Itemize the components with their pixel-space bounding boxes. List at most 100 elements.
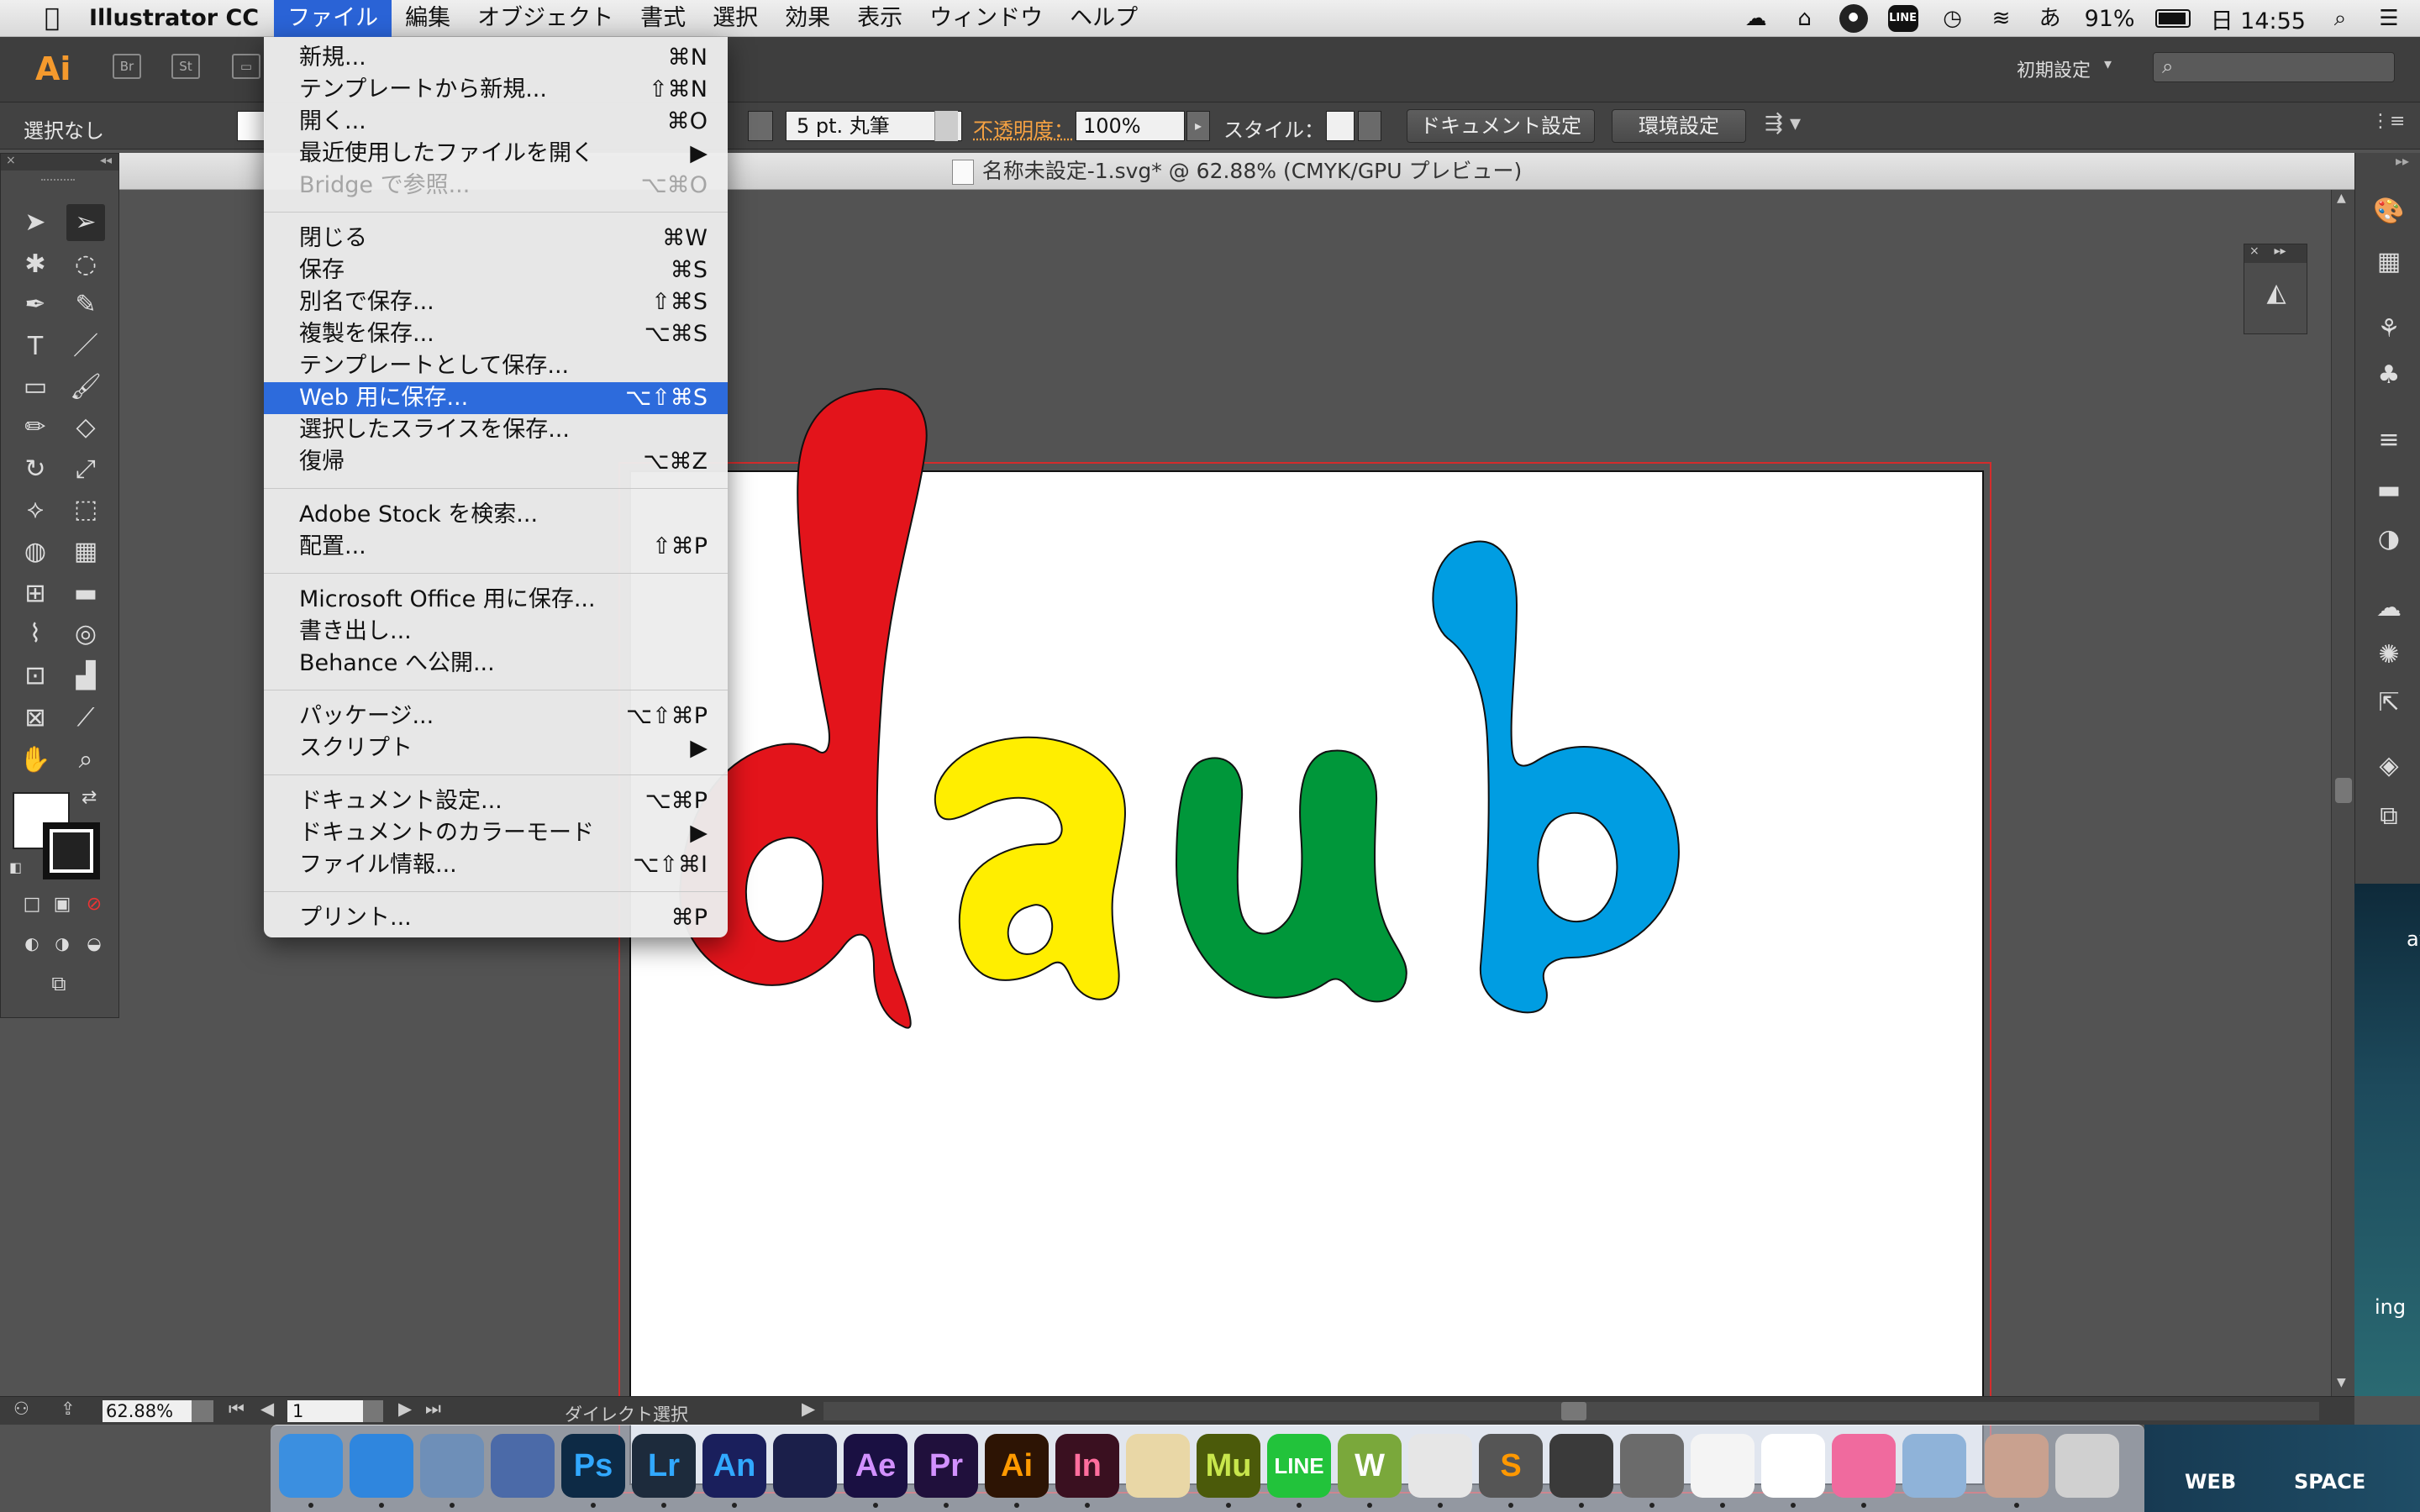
layers-panel-icon[interactable]: ◈ <box>2372 749 2406 783</box>
line-icon[interactable]: LINE <box>1887 5 1918 32</box>
file-menu-item[interactable]: 別名で保存... ⇧⌘S <box>264 286 728 318</box>
menu-window[interactable]: ウィンドウ <box>916 0 1056 37</box>
eyedropper-tool-icon[interactable]: ⌇ <box>16 616 55 653</box>
default-colors-icon[interactable]: ◧ <box>9 859 22 875</box>
free-transform-tool-icon[interactable]: ⬚ <box>66 491 105 528</box>
graph-tool-icon[interactable]: ▟ <box>66 658 105 695</box>
panel-menu-icon[interactable]: ⋮≡ <box>2371 111 2405 132</box>
file-menu-item[interactable]: 選択したスライスを保存... <box>264 414 728 446</box>
opacity-stepper[interactable]: ▸ <box>1186 111 1210 141</box>
screen-mode-icon[interactable]: ⧉ <box>39 965 78 1002</box>
line-icon[interactable]: LINE <box>1267 1434 1331 1498</box>
hand-tool-icon[interactable]: ✋ <box>16 742 55 779</box>
photos-icon[interactable] <box>1902 1434 1966 1498</box>
lasso-tool-icon[interactable]: ◌ <box>66 246 105 283</box>
perspective-grid-tool-icon[interactable]: ▦ <box>66 533 105 570</box>
file-menu-item[interactable]: 閉じる ⌘W <box>264 223 728 255</box>
graphic-style-swatch[interactable] <box>1326 111 1355 141</box>
file-menu-item[interactable]: プリント... ⌘P <box>264 902 728 934</box>
mesh-tool-icon[interactable]: ⊞ <box>16 575 55 612</box>
file-menu-item[interactable]: Microsoft Office 用に保存... <box>264 584 728 616</box>
indesign-icon[interactable]: In <box>1055 1434 1119 1498</box>
blend-tool-icon[interactable]: ◎ <box>66 616 105 653</box>
evernote-icon[interactable]: ● <box>1839 4 1868 33</box>
file-menu-item[interactable]: Behance へ公開... <box>264 648 728 680</box>
pages-icon[interactable] <box>1126 1434 1190 1498</box>
file-menu-item[interactable]: テンプレートから新規... ⇧⌘N <box>264 74 728 106</box>
file-menu-item[interactable]: 配置... ⇧⌘P <box>264 531 728 563</box>
image-trace-panel-icon[interactable]: ◭ <box>2260 278 2293 312</box>
tools-panel-header[interactable]: × ◂◂ <box>1 154 118 171</box>
file-menu-item[interactable]: ファイル情報... ⌥⇧⌘I <box>264 849 728 881</box>
spotlight-icon[interactable]: ⌕ <box>2326 6 2354 31</box>
stock-search-input[interactable]: ⌕ <box>2153 52 2395 82</box>
file-menu-item[interactable]: 複製を保存... ⌥⌘S <box>264 318 728 350</box>
opacity-input[interactable]: 100% <box>1076 111 1185 141</box>
bridge-button[interactable]: Br <box>113 54 141 79</box>
menu-select[interactable]: 選択 <box>699 0 771 37</box>
width-tool-icon[interactable]: ⟡ <box>16 491 55 528</box>
libraries-panel-icon[interactable]: ☁ <box>2372 591 2406 625</box>
line-tool-icon[interactable]: ／ <box>66 328 105 365</box>
menu-type[interactable]: 書式 <box>627 0 699 37</box>
symbol-sprayer-tool-icon[interactable]: ⊡ <box>16 658 55 695</box>
last-artboard-icon[interactable]: ⏭ <box>425 1399 441 1420</box>
artboard-tool-icon[interactable]: ⊠ <box>16 700 55 737</box>
first-artboard-icon[interactable]: ⏮ <box>229 1399 245 1420</box>
creative-cloud-icon[interactable]: ☁ <box>1742 6 1770 31</box>
file-menu-item[interactable]: Web 用に保存... ⌥⇧⌘S <box>264 382 728 414</box>
file-menu-item[interactable]: テンプレートとして保存... <box>264 350 728 382</box>
file-menu-item[interactable]: ドキュメント設定... ⌥⌘P <box>264 785 728 817</box>
after-effects-icon[interactable]: Ae <box>844 1434 908 1498</box>
collapse-icon[interactable]: ▸▸ <box>2396 153 2409 169</box>
shape-builder-tool-icon[interactable]: ◍ <box>16 533 55 570</box>
floating-panel-header[interactable]: × ▸▸ <box>2244 244 2307 263</box>
vertical-scrollbar[interactable]: ▲ ▼ <box>2331 190 2354 1396</box>
file-menu-item[interactable]: 復帰 ⌥⌘Z <box>264 446 728 478</box>
file-menu-item[interactable]: 書き出し... <box>264 616 728 648</box>
stock-button[interactable]: St <box>171 54 200 79</box>
lightroom-icon[interactable]: Lr <box>632 1434 696 1498</box>
desktop-folder-space[interactable]: SPACE <box>2294 1470 2365 1494</box>
brush-dropdown[interactable] <box>934 111 958 141</box>
premiere-icon[interactable]: Pr <box>914 1434 978 1498</box>
artboard-dropdown[interactable] <box>363 1400 383 1422</box>
wordpress-icon[interactable]: W <box>1338 1434 1402 1498</box>
menu-view[interactable]: 表示 <box>844 0 916 37</box>
wifi-icon[interactable]: ≋ <box>1987 6 2016 31</box>
chevron-down-icon[interactable]: ▾ <box>2104 55 2112 73</box>
menu-edit[interactable]: 編集 <box>392 0 464 37</box>
align-options-icon[interactable]: ⇶ ▾ <box>1765 111 1801 136</box>
file-menu-item[interactable]: パッケージ... ⌥⇧⌘P <box>264 701 728 732</box>
draw-inside-icon[interactable]: ◒ <box>75 925 113 962</box>
scroll-up-icon[interactable]: ▲ <box>2337 192 2346 205</box>
app-name-menu[interactable]: Illustrator CC <box>89 5 259 31</box>
menu-file[interactable]: ファイル <box>274 0 392 37</box>
swatches-panel-icon[interactable]: ▦ <box>2372 245 2406 279</box>
vertical-scroll-thumb[interactable] <box>2335 778 2352 803</box>
notes-icon[interactable] <box>1691 1434 1754 1498</box>
rectangle-tool-icon[interactable]: ▭ <box>16 369 55 406</box>
horizontal-scroll-thumb[interactable] <box>1561 1402 1586 1420</box>
gpu-performance-icon[interactable]: ⚇ <box>13 1399 29 1419</box>
input-method-icon[interactable]: あ <box>2036 6 2065 31</box>
symbols-panel-icon[interactable]: ♣ <box>2372 359 2406 392</box>
system-prefs-icon[interactable] <box>1620 1434 1684 1498</box>
magic-wand-tool-icon[interactable]: ✱ <box>16 246 55 283</box>
gradient-tool-icon[interactable]: ▬ <box>66 575 105 612</box>
horizontal-scrollbar[interactable] <box>823 1402 2319 1420</box>
swap-fill-stroke-icon[interactable]: ⇄ <box>82 787 97 808</box>
file-menu-item[interactable]: 保存 ⌘S <box>264 255 728 286</box>
stroke-color-box[interactable] <box>43 822 100 879</box>
illustrator-icon[interactable]: Ai <box>985 1434 1049 1498</box>
brushes-panel-icon[interactable]: ⚘ <box>2372 312 2406 346</box>
menu-object[interactable]: オブジェクト <box>464 0 627 37</box>
paintbrush-tool-icon[interactable]: 🖌 <box>66 369 105 406</box>
animate-icon[interactable]: An <box>702 1434 766 1498</box>
status-menu-icon[interactable]: ▶ <box>802 1399 815 1419</box>
sublime-icon[interactable]: S <box>1479 1434 1543 1498</box>
finder-icon[interactable] <box>279 1434 343 1498</box>
time-machine-icon[interactable]: ◷ <box>1939 6 1967 31</box>
muse-icon[interactable]: Mu <box>1197 1434 1260 1498</box>
preview-icon[interactable] <box>420 1434 484 1498</box>
